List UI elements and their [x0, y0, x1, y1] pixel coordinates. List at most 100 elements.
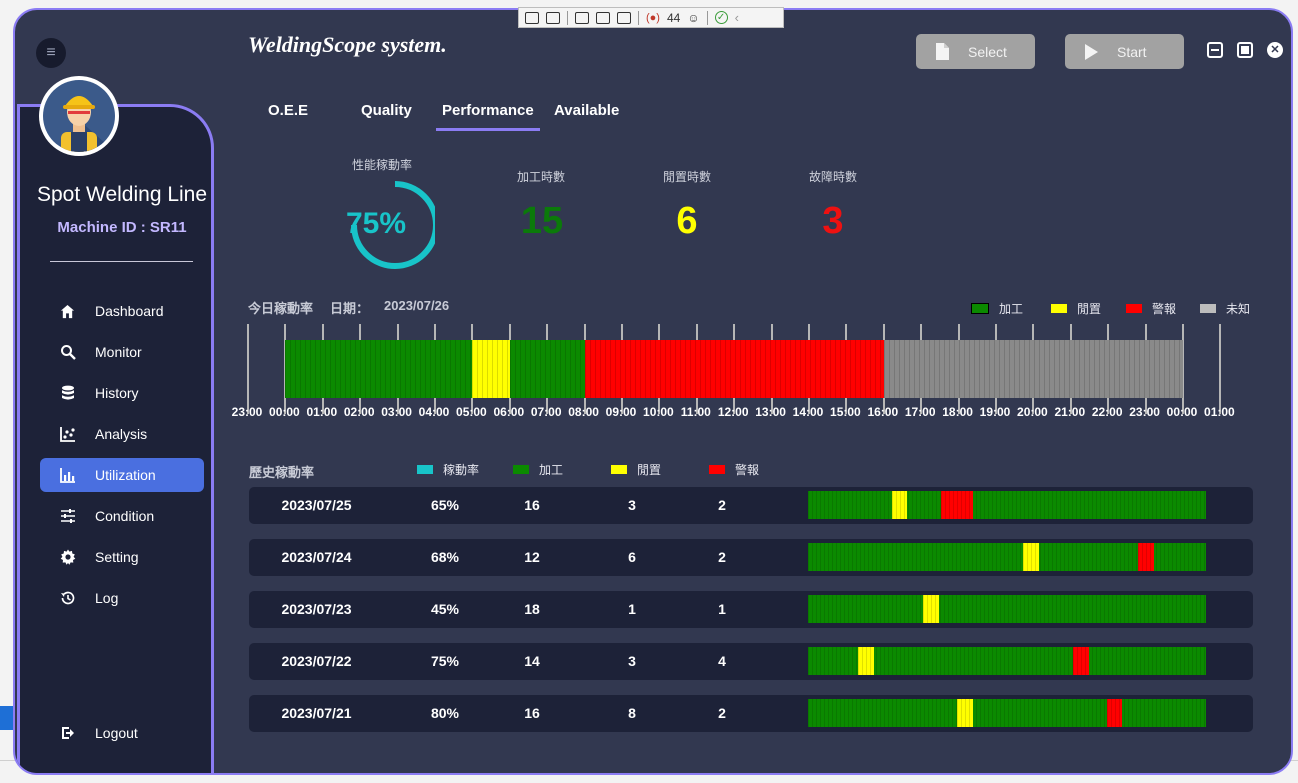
timeline-tick-label: 17:00: [904, 405, 936, 419]
sidebar-item-setting[interactable]: Setting: [40, 540, 204, 574]
timeline-tick-label: 10:00: [643, 405, 674, 419]
legend-swatch: [611, 465, 627, 474]
sidebar-item-analysis[interactable]: Analysis: [40, 417, 204, 451]
sidebar-item-label: Analysis: [95, 426, 148, 442]
toolbar-separator: [706, 10, 708, 25]
hamburger-menu-icon[interactable]: ≡: [36, 38, 66, 68]
today-date-label: 日期：: [330, 301, 370, 316]
tab-oee[interactable]: O.E.E: [268, 102, 308, 119]
minimize-icon[interactable]: [1207, 42, 1223, 58]
gear-icon: [40, 549, 95, 565]
tab-quality[interactable]: Quality: [361, 102, 412, 119]
start-button[interactable]: Start: [1065, 34, 1184, 69]
history-row[interactable]: 2023/07/25 65% 16 3 2: [249, 487, 1253, 524]
history-bar-base: [808, 491, 1206, 519]
sidebar-item-log[interactable]: Log: [40, 581, 204, 615]
app-brand: WeldingScope system.: [248, 32, 447, 57]
history-alarm-hours: 2: [718, 497, 726, 513]
history-legend-alarm: 警報: [709, 461, 759, 478]
timeline-tick-label: 21:00: [1054, 405, 1086, 419]
document-icon: [916, 43, 968, 60]
timeline-tick-label: 23:00: [231, 405, 263, 419]
toolbar-separator: [638, 10, 639, 25]
legend-swatch: [1126, 304, 1142, 313]
select-button[interactable]: Select: [916, 34, 1035, 69]
sidebar-item-label: Condition: [95, 508, 155, 524]
history-process-hours: 16: [524, 705, 540, 721]
history-row[interactable]: 2023/07/23 45% 18 1 1: [249, 591, 1253, 628]
fault-hours-value: 3: [822, 200, 844, 242]
legend-idle: 閒置: [1051, 300, 1101, 317]
history-bar-idle: [923, 595, 940, 623]
legend-swatch: [1051, 304, 1067, 313]
sidebar: Spot Welding Line Machine ID : SR11 Dash…: [17, 104, 214, 773]
history-icon: [40, 590, 95, 606]
sidebar-divider: [50, 261, 193, 262]
timeline-segment-idle: [472, 340, 510, 398]
history-bar-alarm: [1138, 543, 1155, 571]
timeline-tick-label: 01:00: [306, 405, 338, 419]
rate-label: 性能稼動率: [352, 158, 413, 172]
history-date: 2023/07/22: [281, 653, 352, 669]
rate-value: 75%: [345, 207, 407, 240]
hot-reload-icon[interactable]: (●): [646, 12, 660, 24]
legend-swatch: [971, 303, 989, 314]
bar-chart-icon: [40, 467, 95, 483]
layout-adorner-icon[interactable]: [596, 11, 610, 24]
tab-performance[interactable]: Performance: [436, 102, 540, 131]
history-bar: [808, 491, 1206, 519]
debug-toolbar: (●) 44 ☺ ✓ ‹: [518, 7, 784, 28]
history-process-hours: 18: [524, 601, 540, 617]
timeline-tick-label: 00:00: [269, 405, 300, 419]
history-idle-hours: 3: [628, 653, 636, 669]
select-element-icon[interactable]: [575, 11, 589, 24]
timeline-segment-alarm: [584, 340, 884, 398]
history-legend-process: 加工: [513, 461, 563, 478]
track-focus-icon[interactable]: [617, 11, 631, 24]
live-tree-icon[interactable]: [525, 11, 539, 24]
sidebar-item-utilization[interactable]: Utilization: [40, 458, 204, 492]
line-name: Spot Welding Line: [36, 183, 208, 206]
timeline-tick-label: 09:00: [605, 405, 637, 419]
sidebar-item-monitor[interactable]: Monitor: [40, 335, 204, 369]
history-idle-hours: 6: [628, 549, 636, 565]
today-title: 今日稼動率: [248, 301, 314, 316]
timeline-tick-label: 08:00: [568, 405, 599, 419]
history-bar-base: [808, 699, 1206, 727]
process-hours-value: 15: [520, 200, 564, 242]
sidebar-item-dashboard[interactable]: Dashboard: [40, 294, 204, 328]
idle-hours-label: 閒置時數: [663, 170, 712, 184]
accessibility-icon[interactable]: ☺: [687, 11, 699, 25]
play-icon: [1065, 43, 1117, 60]
maximize-icon[interactable]: [1237, 42, 1253, 58]
chevron-left-icon[interactable]: ‹: [735, 10, 739, 25]
app-window: ≡ Spot Welding Line Machine ID : SR11 Da…: [13, 8, 1293, 775]
tab-available[interactable]: Available: [554, 102, 619, 119]
timeline-tick-label: 11:00: [680, 405, 711, 419]
sidebar-item-label: Utilization: [95, 467, 156, 483]
close-icon[interactable]: ✕: [1267, 42, 1283, 58]
history-rate: 65%: [430, 497, 460, 513]
history-legend-rate: 稼動率: [417, 461, 479, 478]
hot-reload-counter: 44: [666, 10, 681, 25]
timeline-tick-label: 14:00: [792, 405, 824, 419]
home-icon: [40, 304, 95, 319]
history-bar-alarm: [1106, 699, 1123, 727]
timeline-tick-label: 01:00: [1204, 405, 1235, 419]
history-rate: 75%: [430, 653, 460, 669]
sidebar-item-condition[interactable]: Condition: [40, 499, 204, 533]
timeline-segment-unknown: [883, 340, 1183, 398]
history-row[interactable]: 2023/07/24 68% 12 6 2: [249, 539, 1253, 576]
logout-button[interactable]: Logout: [40, 716, 204, 750]
sidebar-item-history[interactable]: History: [40, 376, 204, 410]
check-icon[interactable]: ✓: [714, 11, 728, 24]
sidebar-item-label: Log: [95, 590, 119, 606]
select-label: Select: [968, 43, 1007, 60]
record-video-icon[interactable]: [546, 11, 560, 24]
database-icon: [40, 385, 95, 401]
history-row[interactable]: 2023/07/22 75% 14 3 4: [249, 643, 1253, 680]
history-alarm-hours: 1: [718, 601, 726, 617]
history-row[interactable]: 2023/07/21 80% 16 8 2: [249, 695, 1253, 732]
history-rate: 45%: [430, 601, 460, 617]
history-process-hours: 16: [524, 497, 540, 513]
